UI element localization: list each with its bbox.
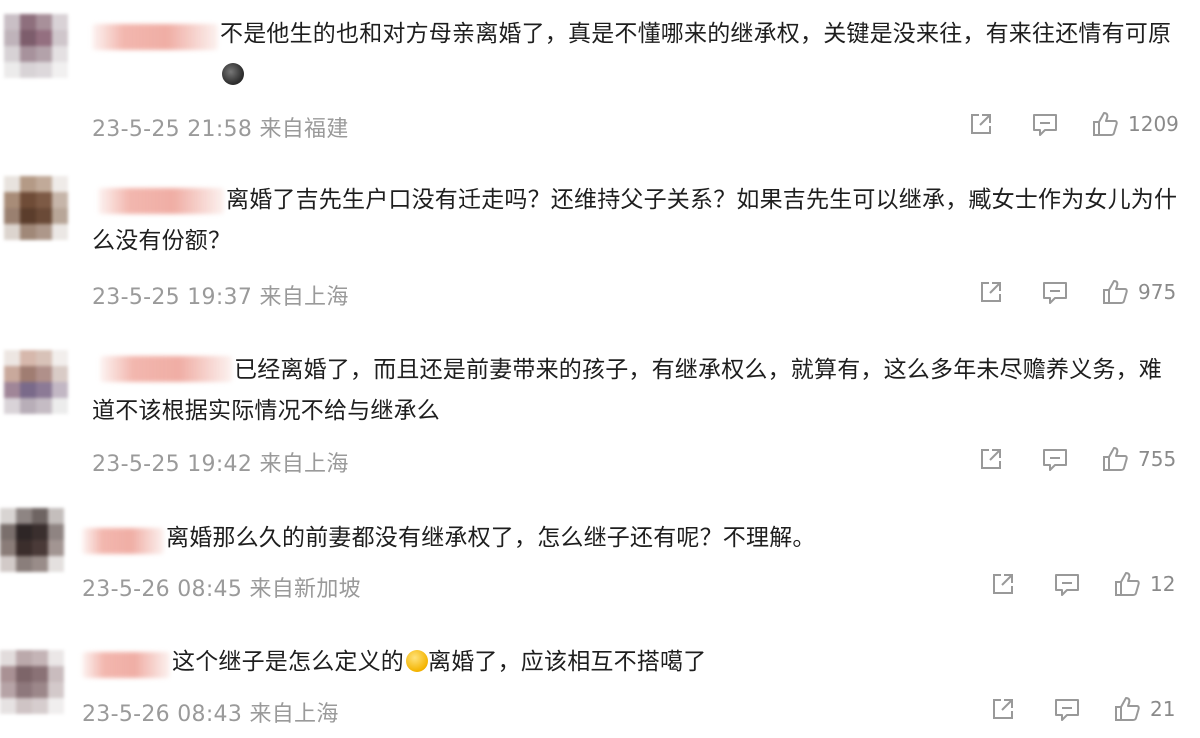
share-icon[interactable] — [966, 109, 996, 139]
avatar[interactable] — [0, 508, 64, 572]
like-count: 1209 — [1128, 112, 1179, 136]
comment-text-content: 已经离婚了，而且还是前妻带来的孩子，有继承权么，就算有，这么多年未尽赡养义务，难… — [92, 357, 1162, 424]
comment-actions: 21 — [988, 694, 1175, 724]
comment-actions: 12 — [988, 569, 1175, 599]
comment-text: 不是他生的也和对方母亲离婚了，真是不懂哪来的继承权，关键是没来往，有来往还情有可… — [220, 14, 1180, 96]
comment-actions: 975 — [976, 277, 1176, 307]
comment-text: 离婚那么久的前妻都没有继承权了，怎么继子还有呢？不理解。 — [166, 518, 1176, 559]
comment-actions: 755 — [976, 444, 1176, 474]
comment-time: 23-5-25 19:42 — [92, 452, 253, 477]
comment-meta: 23-5-26 08:43 来自上海 — [82, 696, 339, 728]
emoji-icon — [406, 650, 428, 672]
comment-location: 来自上海 — [249, 702, 339, 727]
comment-location: 来自福建 — [259, 117, 349, 142]
comment-text-content: 离婚那么久的前妻都没有继承权了，怎么继子还有呢？不理解。 — [166, 525, 816, 551]
comment-time: 23-5-25 21:58 — [92, 117, 253, 142]
comment-meta: 23-5-25 19:37 来自上海 — [92, 279, 349, 311]
comment-time: 23-5-26 08:43 — [82, 702, 243, 727]
comment-meta: 23-5-25 21:58 来自福建 — [92, 111, 349, 143]
avatar[interactable] — [4, 176, 68, 240]
comment-location: 来自新加坡 — [249, 577, 361, 602]
share-icon[interactable] — [988, 694, 1018, 724]
share-icon[interactable] — [976, 444, 1006, 474]
comment-text-content: 离婚了，应该相互不搭噶了 — [428, 649, 707, 675]
comment-actions: 1209 — [966, 109, 1179, 139]
comment-text: 已经离婚了，而且还是前妻带来的孩子，有继承权么，就算有，这么多年未尽赡养义务，难… — [92, 350, 1182, 432]
comment-time: 23-5-25 19:37 — [92, 285, 253, 310]
comment-text: 离婚了吉先生户口没有迁走吗？还维持父子关系？如果吉先生可以继承，臧女士作为女儿为… — [92, 180, 1182, 262]
comment-text-content: 这个继子是怎么定义的 — [172, 649, 404, 675]
comment-meta: 23-5-26 08:45 来自新加坡 — [82, 571, 361, 603]
like-icon[interactable] — [1090, 109, 1120, 139]
emoji-icon — [222, 63, 244, 85]
username-blurred[interactable] — [82, 652, 170, 678]
avatar[interactable] — [4, 14, 68, 78]
comment-icon[interactable] — [1030, 109, 1060, 139]
like-count: 12 — [1150, 572, 1176, 596]
comment-icon[interactable] — [1052, 694, 1082, 724]
comment-icon[interactable] — [1040, 444, 1070, 474]
like-icon[interactable] — [1112, 694, 1142, 724]
like-icon[interactable] — [1100, 444, 1130, 474]
comment-location: 来自上海 — [259, 285, 349, 310]
comment-icon[interactable] — [1052, 569, 1082, 599]
comment-text-content: 离婚了吉先生户口没有迁走吗？还维持父子关系？如果吉先生可以继承，臧女士作为女儿为… — [92, 187, 1178, 254]
comment-location: 来自上海 — [259, 452, 349, 477]
comment-icon[interactable] — [1040, 277, 1070, 307]
comment-text-content: 不是他生的也和对方母亲离婚了，真是不懂哪来的继承权，关键是没来往，有来往还情有可… — [220, 21, 1172, 47]
avatar[interactable] — [4, 350, 68, 414]
like-count: 21 — [1150, 697, 1176, 721]
like-count: 975 — [1138, 280, 1177, 304]
username-blurred[interactable] — [92, 24, 218, 50]
like-count: 755 — [1138, 447, 1177, 471]
comment-text: 这个继子是怎么定义的 离婚了，应该相互不搭噶了 — [172, 642, 1172, 683]
share-icon[interactable] — [976, 277, 1006, 307]
like-icon[interactable] — [1100, 277, 1130, 307]
like-icon[interactable] — [1112, 569, 1142, 599]
comment-meta: 23-5-25 19:42 来自上海 — [92, 446, 349, 478]
avatar[interactable] — [0, 650, 64, 714]
share-icon[interactable] — [988, 569, 1018, 599]
username-blurred[interactable] — [82, 528, 164, 554]
comment-time: 23-5-26 08:45 — [82, 577, 243, 602]
